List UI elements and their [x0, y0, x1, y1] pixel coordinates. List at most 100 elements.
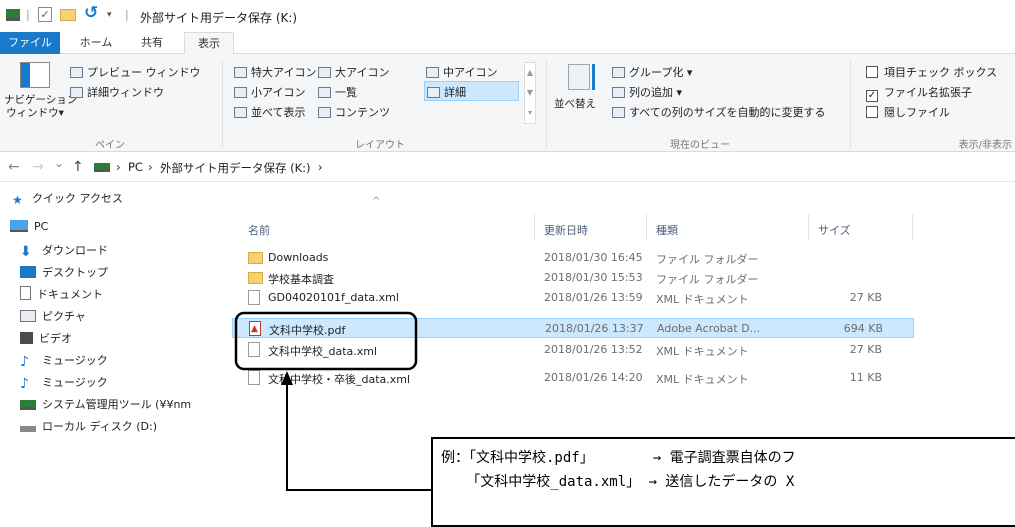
up-button[interactable]: ↑ — [72, 159, 84, 175]
extensions-checkbox-box[interactable]: ✓ — [866, 90, 878, 102]
music-icon: ♪ — [20, 354, 29, 370]
tab-share[interactable]: 共有 — [132, 32, 172, 54]
details-pane-button[interactable]: 詳細ウィンドウ — [70, 84, 164, 100]
tab-view[interactable]: 表示 — [184, 32, 234, 55]
folder-icon — [248, 252, 263, 264]
properties-icon[interactable]: ✓ — [38, 7, 52, 22]
sidebar-item-music[interactable]: ♪ ミュージック — [20, 352, 108, 370]
layout-details[interactable]: 詳細 — [424, 81, 519, 101]
preview-pane-icon — [70, 67, 83, 78]
tab-file[interactable]: ファイル — [0, 32, 60, 54]
extensions-toggle[interactable]: ✓ ファイル名拡張子 — [866, 84, 972, 102]
disk-icon — [20, 426, 36, 432]
folder-icon — [248, 272, 263, 284]
file-date: 2018/01/26 13:37 — [545, 322, 644, 335]
undo-icon[interactable]: ↺ — [84, 3, 98, 23]
sidebar-item-local-disk[interactable]: ローカル ディスク (D:) — [20, 418, 157, 434]
navigation-pane-button[interactable]: ナビゲーション ウィンドウ▾ — [4, 94, 77, 120]
hidden-files-checkbox-box[interactable] — [866, 106, 878, 118]
navigation-pane-label-2: ウィンドウ▾ — [6, 107, 64, 119]
group-label-current-view: 現在のビュー — [670, 140, 730, 151]
hidden-files-toggle[interactable]: 隠しファイル — [866, 104, 950, 120]
tab-home[interactable]: ホーム — [76, 32, 116, 54]
qat-dropdown-icon[interactable]: ▾ — [107, 10, 112, 20]
breadcrumb-pc[interactable]: PC — [128, 160, 143, 174]
file-row[interactable]: 文科中学校_data.xml 2018/01/26 13:52 XML ドキュメ… — [232, 340, 912, 360]
desktop-icon — [20, 266, 36, 278]
item-checkbox-toggle[interactable]: 項目チェック ボックス — [866, 64, 997, 80]
breadcrumb-separator[interactable]: › — [318, 160, 323, 174]
column-divider[interactable] — [646, 214, 647, 240]
add-column-button[interactable]: 列の追加 ▾ — [612, 84, 682, 100]
content-view-icon — [318, 107, 331, 118]
back-button[interactable]: ← — [8, 159, 20, 175]
star-icon: ★ — [12, 193, 23, 207]
column-divider[interactable] — [912, 214, 913, 240]
file-row[interactable]: Downloads 2018/01/30 16:45 ファイル フォルダー — [232, 248, 912, 268]
layout-tiles[interactable]: 並べて表示 — [234, 104, 306, 120]
sidebar-item-desktop[interactable]: デスクトップ — [20, 264, 108, 280]
sidebar-item-downloads[interactable]: ⬇ ダウンロード — [20, 242, 108, 260]
column-header-type[interactable]: 種類 — [656, 222, 678, 238]
column-divider[interactable] — [534, 214, 535, 240]
recent-locations-button[interactable]: ⌄ — [54, 156, 64, 170]
column-header-date[interactable]: 更新日時 — [544, 222, 588, 238]
sort-button[interactable]: 並べ替え — [554, 96, 596, 111]
breadcrumb-separator[interactable]: › — [116, 160, 121, 174]
details-view-icon — [427, 87, 440, 98]
annotation-box: 例：「文科中学校.pdf」 → 電子調査票自体のフ 「文科中学校_data.xm… — [431, 437, 1015, 527]
group-label-layout: レイアウト — [355, 140, 405, 151]
autosize-columns-button[interactable]: すべての列のサイズを自動的に変更する — [612, 104, 825, 120]
layout-xl-icons[interactable]: 特大アイコン — [234, 64, 316, 80]
file-row[interactable]: GD04020101f_data.xml 2018/01/26 13:59 XM… — [232, 288, 912, 308]
column-header-name[interactable]: 名前 — [248, 222, 270, 238]
file-date: 2018/01/30 15:53 — [544, 271, 643, 284]
column-divider[interactable] — [808, 214, 809, 240]
file-size: 27 KB — [849, 291, 882, 304]
file-size: 11 KB — [849, 371, 882, 384]
sidebar-item-quick-access[interactable]: ★ クイック アクセス — [12, 190, 123, 207]
breadcrumb-separator[interactable]: › — [148, 160, 153, 174]
forward-button[interactable]: → — [32, 159, 44, 175]
download-icon: ⬇ — [20, 244, 32, 260]
file-row[interactable]: 文科中学校・卒後_data.xml 2018/01/26 14:20 XML ド… — [232, 368, 912, 388]
picture-icon — [20, 310, 36, 322]
music-icon: ♪ — [20, 376, 29, 392]
file-type: XML ドキュメント — [656, 345, 749, 358]
layout-content[interactable]: コンテンツ — [318, 104, 390, 120]
item-checkbox-label: 項目チェック ボックス — [884, 66, 998, 79]
window-title: 外部サイト用データ保存 (K:) — [140, 11, 298, 25]
file-name: 文科中学校.pdf — [269, 324, 346, 337]
new-folder-icon[interactable] — [60, 9, 76, 21]
ribbon-tabs: ファイル ホーム 共有 表示 — [0, 32, 1015, 55]
sidebar-item-documents[interactable]: ドキュメント — [20, 286, 103, 302]
layout-medium-icons[interactable]: 中アイコン — [426, 64, 497, 80]
group-by-button[interactable]: グループ化 ▾ — [612, 64, 692, 80]
item-checkbox-box[interactable] — [866, 66, 878, 78]
layout-large-icons[interactable]: 大アイコン — [318, 64, 389, 80]
column-header-size[interactable]: サイズ — [818, 222, 851, 238]
sidebar-item-pc[interactable]: PC — [10, 220, 48, 233]
preview-pane-button[interactable]: プレビュー ウィンドウ — [70, 64, 201, 80]
layout-medium-icons-label: 中アイコン — [443, 66, 498, 79]
sidebar-item-network-drive[interactable]: システム管理用ツール (¥¥nm — [20, 396, 191, 412]
sidebar-item-videos[interactable]: ビデオ — [20, 330, 72, 346]
xml-file-icon — [248, 290, 260, 305]
sidebar-item-pictures[interactable]: ピクチャ — [20, 308, 86, 324]
autosize-icon — [612, 107, 625, 118]
add-column-label: 列の追加 ▾ — [629, 86, 683, 99]
file-row-selected[interactable]: ▲ 文科中学校.pdf 2018/01/26 13:37 Adobe Acrob… — [232, 318, 914, 338]
layout-details-label: 詳細 — [444, 86, 466, 99]
layout-small-icons[interactable]: 小アイコン — [234, 84, 305, 100]
group-label-pane: ペイン — [95, 140, 125, 151]
layout-list[interactable]: 一覧 — [318, 84, 357, 100]
sidebar-item-music[interactable]: ♪ ミュージック — [20, 374, 108, 392]
breadcrumb-drive[interactable]: 外部サイト用データ保存 (K:) — [160, 160, 311, 176]
navigation-pane: ★ クイック アクセス PC ⬇ ダウンロード デスクトップ ドキュメント ピクチャ… — [0, 182, 232, 527]
file-name: Downloads — [268, 251, 329, 264]
layout-scroll[interactable]: ▲ ▼ ▾ — [524, 62, 536, 124]
ribbon-separator — [546, 60, 547, 148]
file-row[interactable]: 学校基本調査 2018/01/30 15:53 ファイル フォルダー — [232, 268, 912, 288]
sidebar-item-label: PC — [34, 220, 49, 233]
file-type: XML ドキュメント — [656, 293, 749, 306]
